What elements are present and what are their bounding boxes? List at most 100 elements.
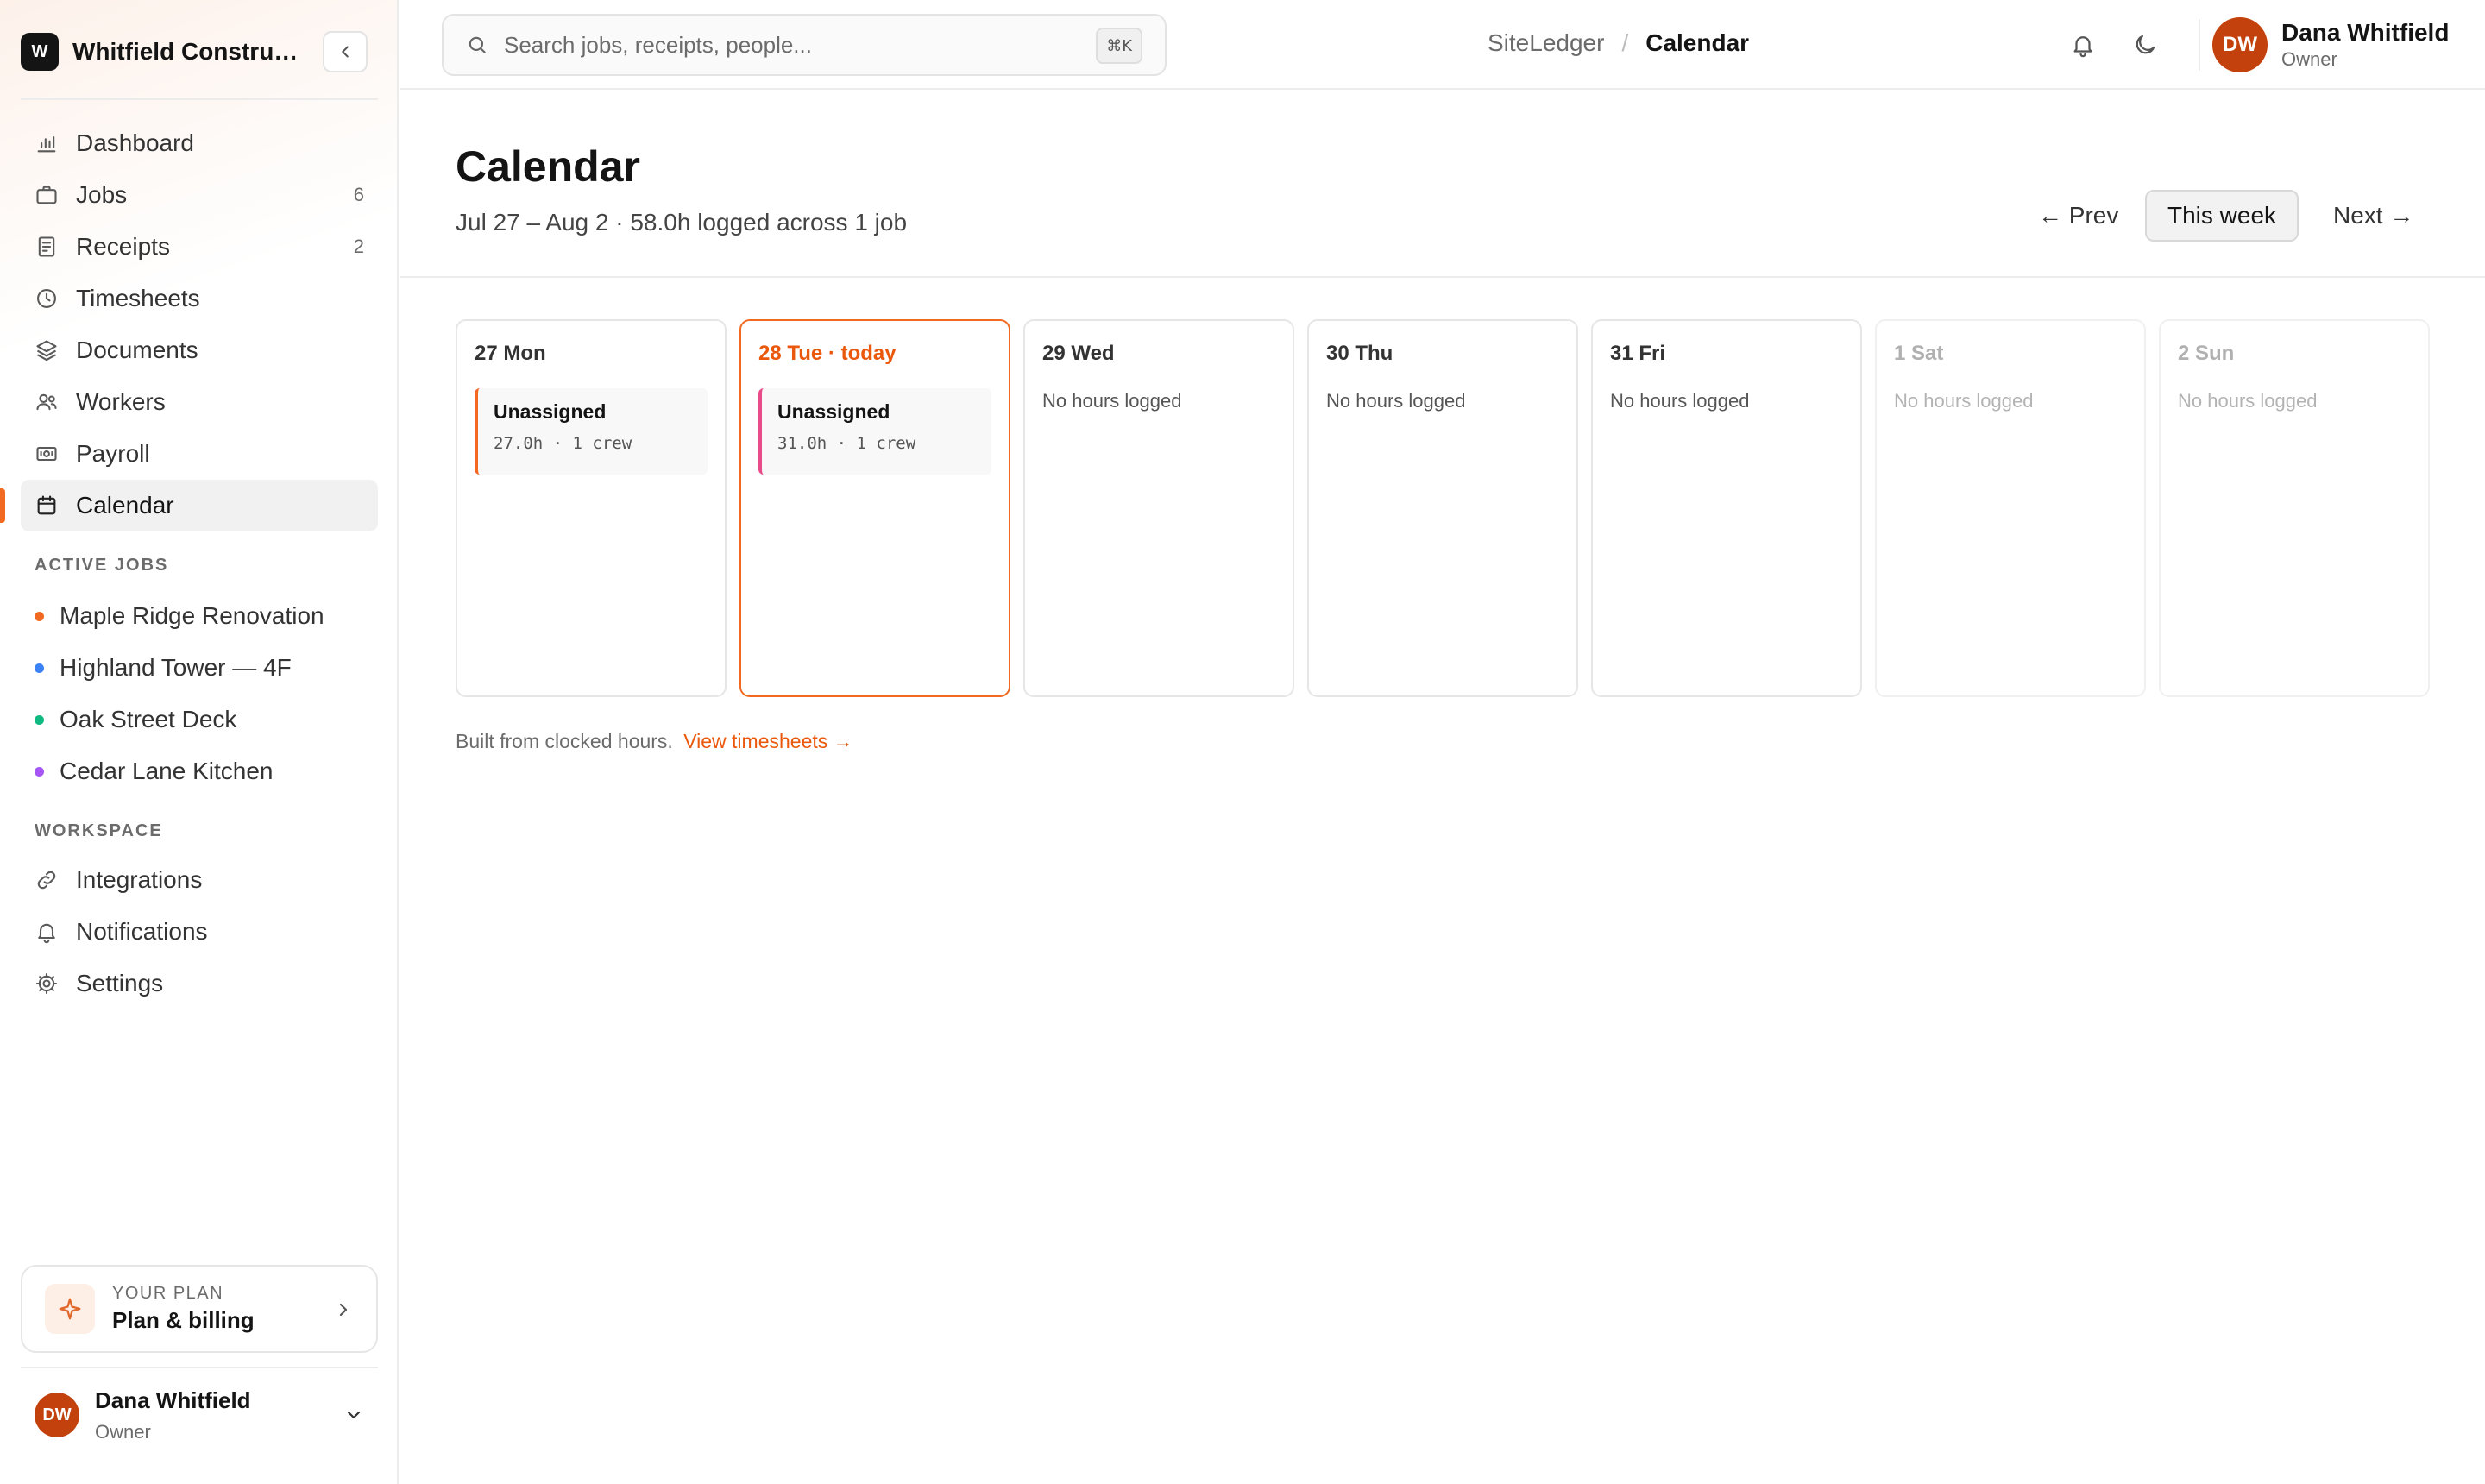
entry-title: Unassigned [777, 400, 890, 423]
page-subtitle: Jul 27 – Aug 2 · 58.0h logged across 1 j… [456, 209, 908, 236]
nav-item-receipts[interactable]: Receipts 2 [21, 221, 378, 273]
job-item-maple-ridge[interactable]: Maple Ridge Renovation [21, 590, 378, 642]
footnote-text: Built from clocked hours. [456, 730, 673, 752]
calendar-icon [37, 495, 56, 515]
this-week-button[interactable]: This week [2145, 190, 2299, 242]
nav-label: Timesheets [76, 285, 200, 311]
nav-label: Integrations [76, 866, 203, 893]
time-entry[interactable]: Unassigned 31.0h · 1 crew [758, 388, 991, 475]
entry-meta: 27.0h · 1 crew [494, 434, 632, 453]
briefcase-icon [36, 186, 57, 204]
plan-title: Plan & billing [112, 1307, 255, 1333]
search-input[interactable] [504, 31, 1091, 59]
day-card-tue-today[interactable]: 28 Tue · today Unassigned 31.0h · 1 crew [739, 319, 1010, 697]
day-label: 1 Sat [1894, 342, 1944, 365]
job-label: Highland Tower — 4F [60, 654, 292, 681]
day-card-thu[interactable]: 30 Thu No hours logged [1307, 319, 1578, 697]
search-shortcut-badge: ⌘K [1096, 28, 1142, 64]
nav-label: Dashboard [76, 129, 194, 156]
users-icon [36, 393, 57, 411]
nav-label: Payroll [76, 440, 150, 467]
nav-item-jobs[interactable]: Jobs 6 [21, 169, 378, 221]
breadcrumb-current: Calendar [1645, 29, 1750, 56]
chevron-right-icon [339, 1303, 348, 1317]
job-color-dot [35, 714, 44, 725]
topbar: ⌘K SiteLedger / Calendar DW Dana Whitfie… [400, 0, 2485, 90]
empty-day-text: No hours logged [1610, 390, 1750, 412]
page-title: Calendar [456, 142, 640, 191]
job-item-oak-street[interactable]: Oak Street Deck [21, 694, 378, 745]
layers-icon [36, 340, 57, 362]
user-name: Dana Whitfield [95, 1387, 251, 1413]
user-role: Owner [2281, 48, 2337, 70]
user-name: Dana Whitfield [2281, 19, 2450, 46]
nav-item-timesheets[interactable]: Timesheets [21, 273, 378, 324]
workspace-logo: W [21, 33, 59, 71]
bar-chart-icon [37, 135, 56, 153]
day-label: 27 Mon [475, 342, 546, 365]
day-label: 31 Fri [1610, 342, 1666, 365]
workspace-heading: WORKSPACE [35, 821, 163, 840]
view-timesheets-link[interactable]: View timesheets → [683, 730, 852, 752]
nav-label: Calendar [76, 492, 174, 519]
nav-item-documents[interactable]: Documents [21, 324, 378, 376]
day-card-wed[interactable]: 29 Wed No hours logged [1023, 319, 1294, 697]
job-color-dot [35, 611, 44, 621]
notifications-button[interactable] [2066, 28, 2100, 62]
sidebar-divider [21, 98, 378, 100]
plan-billing-card[interactable]: YOUR PLAN Plan & billing [21, 1265, 378, 1353]
empty-day-text: No hours logged [2178, 390, 2318, 412]
nav-item-integrations[interactable]: Integrations [21, 854, 378, 906]
breadcrumb-root-link[interactable]: SiteLedger [1488, 29, 1604, 57]
main-nav: Dashboard Jobs 6 Receipts 2 Timesheets D… [0, 117, 378, 531]
search-box[interactable]: ⌘K [442, 14, 1167, 76]
job-label: Oak Street Deck [60, 706, 237, 733]
sparkle-icon [45, 1284, 95, 1334]
nav-item-notifications[interactable]: Notifications [21, 906, 378, 958]
nav-label: Receipts [76, 233, 170, 260]
user-role: Owner [95, 1420, 151, 1443]
nav-label: Jobs [76, 181, 128, 208]
chevron-left-icon [342, 46, 349, 58]
entry-meta: 31.0h · 1 crew [777, 434, 916, 453]
prev-week-button[interactable]: ← Prev [2038, 190, 2118, 242]
collapse-sidebar-button[interactable] [323, 31, 368, 72]
breadcrumb-separator: / [1621, 29, 1629, 56]
active-jobs-list: Maple Ridge Renovation Highland Tower — … [21, 590, 378, 797]
nav-item-workers[interactable]: Workers [21, 376, 378, 428]
user-menu[interactable]: DW Dana Whitfield Owner [21, 1377, 378, 1453]
nav-item-calendar[interactable]: Calendar [0, 480, 378, 531]
job-item-highland-tower[interactable]: Highland Tower — 4F [21, 642, 378, 694]
workspace-name: Whitfield Construc... [72, 38, 302, 65]
nav-label: Notifications [76, 918, 208, 945]
link-icon [37, 871, 56, 890]
nav-item-payroll[interactable]: Payroll [21, 428, 378, 480]
nav-count-badge: 2 [353, 236, 364, 257]
nav-item-settings[interactable]: Settings [21, 958, 378, 1009]
cash-icon [36, 446, 57, 462]
next-week-button[interactable]: Next → [2333, 190, 2413, 242]
clock-icon [37, 289, 56, 308]
day-card-sat[interactable]: 1 Sat No hours logged [1875, 319, 2146, 697]
search-icon [469, 36, 486, 53]
day-label: 2 Sun [2178, 342, 2235, 365]
job-color-dot [35, 663, 44, 673]
day-label: 30 Thu [1326, 342, 1393, 365]
day-card-sun[interactable]: 2 Sun No hours logged [2159, 319, 2430, 697]
workspace-switcher[interactable]: W Whitfield Construc... [21, 28, 368, 76]
nav-item-dashboard[interactable]: Dashboard [21, 117, 378, 169]
day-card-mon[interactable]: 27 Mon Unassigned 27.0h · 1 crew [456, 319, 727, 697]
calendar-footnote: Built from clocked hours. View timesheet… [456, 730, 853, 753]
day-card-fri[interactable]: 31 Fri No hours logged [1591, 319, 1862, 697]
avatar: DW [35, 1393, 79, 1437]
theme-toggle-button[interactable] [2128, 28, 2162, 62]
chevron-down-icon [347, 1411, 361, 1419]
day-label: 29 Wed [1042, 342, 1115, 365]
time-entry[interactable]: Unassigned 27.0h · 1 crew [475, 388, 708, 475]
account-menu[interactable]: DW Dana Whitfield Owner [2200, 17, 2449, 72]
active-jobs-heading: ACTIVE JOBS [35, 556, 169, 575]
job-item-cedar-lane[interactable]: Cedar Lane Kitchen [21, 745, 378, 797]
bell-icon [38, 923, 55, 944]
empty-day-text: No hours logged [1042, 390, 1182, 412]
nav-label: Workers [76, 388, 166, 415]
